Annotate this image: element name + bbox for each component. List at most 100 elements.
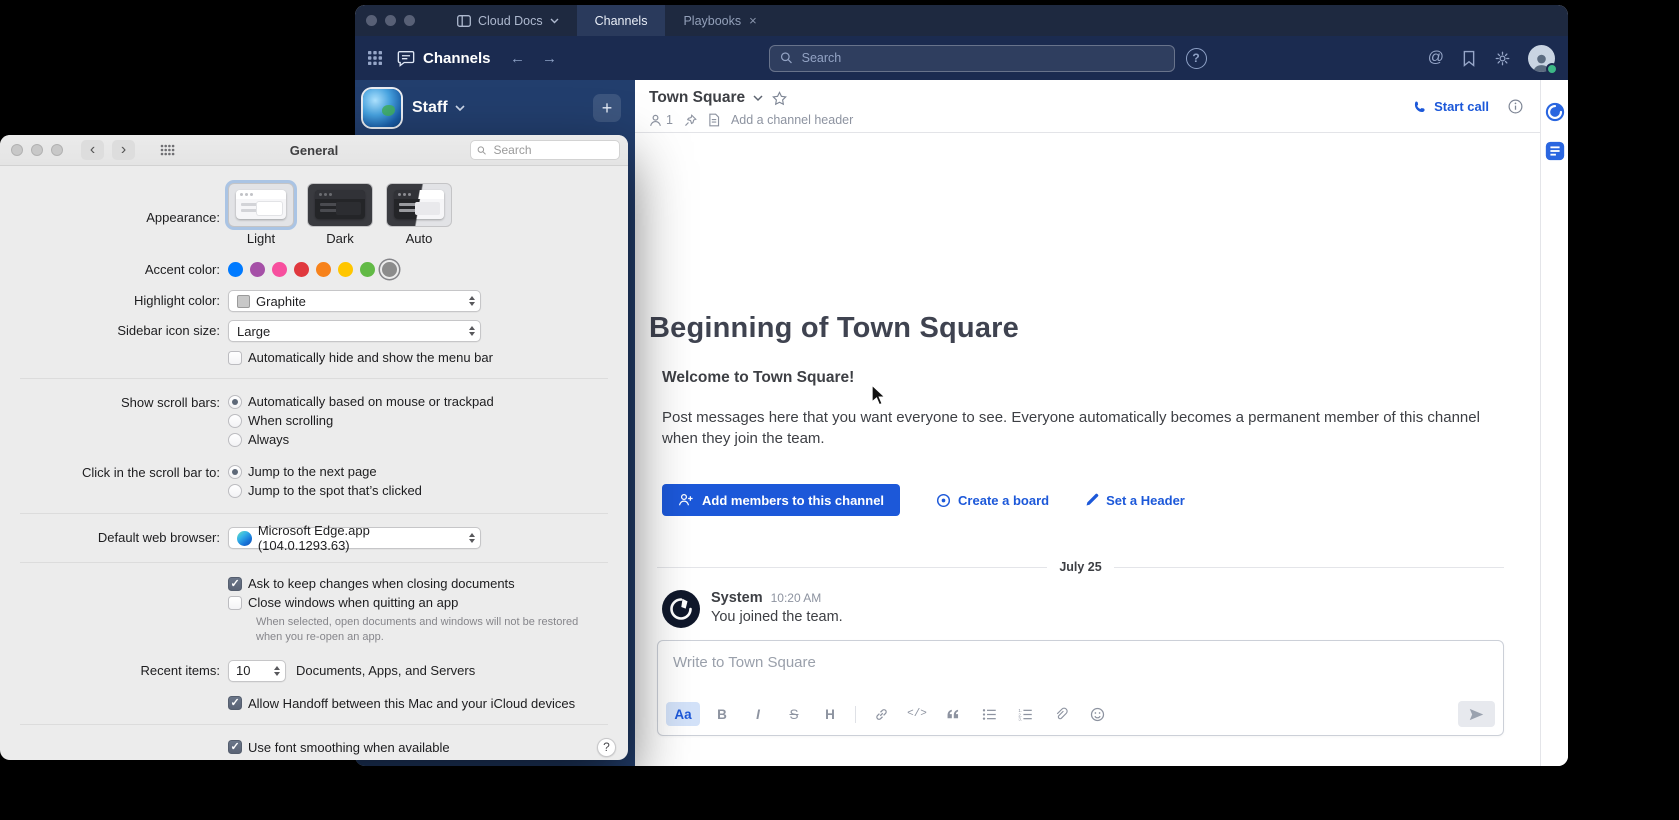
history-forward-button[interactable]: → (537, 50, 563, 67)
attachment-button[interactable] (1044, 702, 1078, 726)
checkbox-hide-menu-bar[interactable]: Automatically hide and show the menu bar (228, 350, 628, 365)
help-icon[interactable]: ? (1186, 48, 1207, 69)
formatting-toggle-button[interactable]: Aa (666, 702, 700, 726)
playbooks-app-icon[interactable] (1544, 140, 1566, 162)
team-icon[interactable] (363, 89, 401, 127)
start-call-button[interactable]: Start call (1413, 99, 1489, 114)
checkbox-icon[interactable] (228, 577, 242, 591)
help-button[interactable]: ? (597, 738, 616, 757)
pinned-posts-icon[interactable] (684, 114, 697, 127)
radio-icon[interactable] (228, 433, 242, 447)
channel-name[interactable]: Town Square (649, 89, 745, 107)
saved-posts-icon[interactable] (1461, 50, 1477, 67)
sidebar-size-select[interactable]: Large (228, 320, 481, 342)
message-author[interactable]: System (711, 590, 763, 606)
set-header-button[interactable]: Set a Header (1085, 493, 1185, 508)
accent-color-purple[interactable] (250, 262, 265, 277)
favorite-star-icon[interactable] (771, 90, 788, 107)
checkbox-icon[interactable] (228, 740, 242, 754)
channel-files-icon[interactable] (708, 113, 720, 127)
add-members-button[interactable]: Add members to this channel (662, 484, 900, 516)
appearance-option-auto[interactable]: Auto (386, 183, 452, 246)
team-menu[interactable]: Staff (412, 99, 465, 117)
numbered-list-button[interactable]: 1. 2. 3. (1008, 702, 1042, 726)
checkbox-allow-handoff[interactable]: Allow Handoff between this Mac and your … (228, 696, 628, 711)
close-tab-icon[interactable]: × (749, 13, 757, 28)
default-browser-select[interactable]: Microsoft Edge.app (104.0.1293.63) (228, 527, 481, 549)
back-button[interactable]: ‹ (81, 140, 104, 160)
checkbox-font-smoothing[interactable]: Use font smoothing when available (228, 740, 450, 755)
add-channel-button[interactable]: + (593, 94, 621, 122)
close-window-button[interactable] (366, 15, 377, 26)
checkbox-icon[interactable] (228, 351, 242, 365)
accent-color-red[interactable] (294, 262, 309, 277)
radio-icon[interactable] (228, 414, 242, 428)
code-button[interactable]: </> (900, 702, 934, 726)
italic-button[interactable]: I (741, 702, 775, 726)
highlight-color-select[interactable]: Graphite (228, 290, 481, 312)
show-all-grid-icon[interactable] (155, 140, 179, 160)
channel-info-icon[interactable] (1507, 98, 1524, 115)
zoom-window-button[interactable] (404, 15, 415, 26)
prefs-search[interactable] (470, 140, 620, 160)
appearance-thumb-dark[interactable] (307, 183, 373, 227)
forward-button[interactable]: › (112, 140, 135, 160)
composer-placeholder[interactable]: Write to Town Square (658, 641, 1503, 697)
radio-scrollbars-when-scrolling[interactable]: When scrolling (228, 411, 628, 430)
accent-color-green[interactable] (360, 262, 375, 277)
checkbox-close-windows-quit[interactable]: Close windows when quitting an app (228, 595, 628, 610)
radio-icon[interactable] (228, 484, 242, 498)
bullet-list-button[interactable] (972, 702, 1006, 726)
prefs-search-input[interactable] (492, 142, 614, 158)
appearance-thumb-auto[interactable] (386, 183, 452, 227)
date-label[interactable]: July 25 (1047, 560, 1113, 574)
quote-button[interactable] (936, 702, 970, 726)
message-composer[interactable]: Write to Town Square Aa B I S H (657, 640, 1504, 736)
checkbox-icon[interactable] (228, 596, 242, 610)
add-channel-header-button[interactable]: Add a channel header (731, 113, 853, 127)
recent-items-select[interactable]: 10 (228, 660, 286, 682)
bold-button[interactable]: B (705, 702, 739, 726)
apps-grid-icon[interactable] (367, 50, 383, 66)
strikethrough-button[interactable]: S (777, 702, 811, 726)
radio-icon[interactable] (228, 465, 242, 479)
user-avatar[interactable] (1528, 45, 1555, 72)
close-window-button[interactable] (11, 144, 23, 156)
global-search[interactable] (769, 45, 1175, 72)
radio-scrollbars-auto[interactable]: Automatically based on mouse or trackpad (228, 392, 628, 411)
accent-color-graphite[interactable] (382, 262, 397, 277)
settings-gear-icon[interactable] (1494, 50, 1511, 67)
boards-app-icon[interactable] (1544, 101, 1566, 123)
radio-scrollbars-always[interactable]: Always (228, 430, 628, 449)
search-input[interactable] (800, 50, 1164, 66)
zoom-window-button[interactable] (51, 144, 63, 156)
send-button[interactable] (1458, 701, 1495, 727)
accent-color-blue[interactable] (228, 262, 243, 277)
at-mentions-icon[interactable]: @ (1428, 49, 1444, 67)
date-divider: July 25 (657, 560, 1504, 574)
appearance-option-dark[interactable]: Dark (307, 183, 373, 246)
tab-channels[interactable]: Channels (577, 5, 666, 36)
chevron-down-icon[interactable] (753, 95, 763, 102)
server-dropdown[interactable]: Cloud Docs (431, 14, 577, 28)
radio-jump-next-page[interactable]: Jump to the next page (228, 462, 628, 481)
accent-color-pink[interactable] (272, 262, 287, 277)
radio-jump-to-spot[interactable]: Jump to the spot that’s clicked (228, 481, 628, 500)
member-count[interactable]: 1 (649, 113, 673, 127)
accent-color-yellow[interactable] (338, 262, 353, 277)
radio-icon[interactable] (228, 395, 242, 409)
heading-button[interactable]: H (813, 702, 847, 726)
tab-playbooks[interactable]: Playbooks × (665, 5, 774, 36)
product-switcher[interactable]: Channels (397, 49, 491, 67)
emoji-button[interactable] (1080, 702, 1114, 726)
link-button[interactable] (864, 702, 898, 726)
accent-color-orange[interactable] (316, 262, 331, 277)
checkbox-icon[interactable] (228, 696, 242, 710)
history-back-button[interactable]: ← (505, 50, 531, 67)
appearance-thumb-light[interactable] (228, 183, 294, 227)
minimize-window-button[interactable] (31, 144, 43, 156)
checkbox-ask-keep-changes[interactable]: Ask to keep changes when closing documen… (228, 576, 628, 591)
appearance-option-light[interactable]: Light (228, 183, 294, 246)
create-board-button[interactable]: Create a board (936, 493, 1049, 508)
minimize-window-button[interactable] (385, 15, 396, 26)
